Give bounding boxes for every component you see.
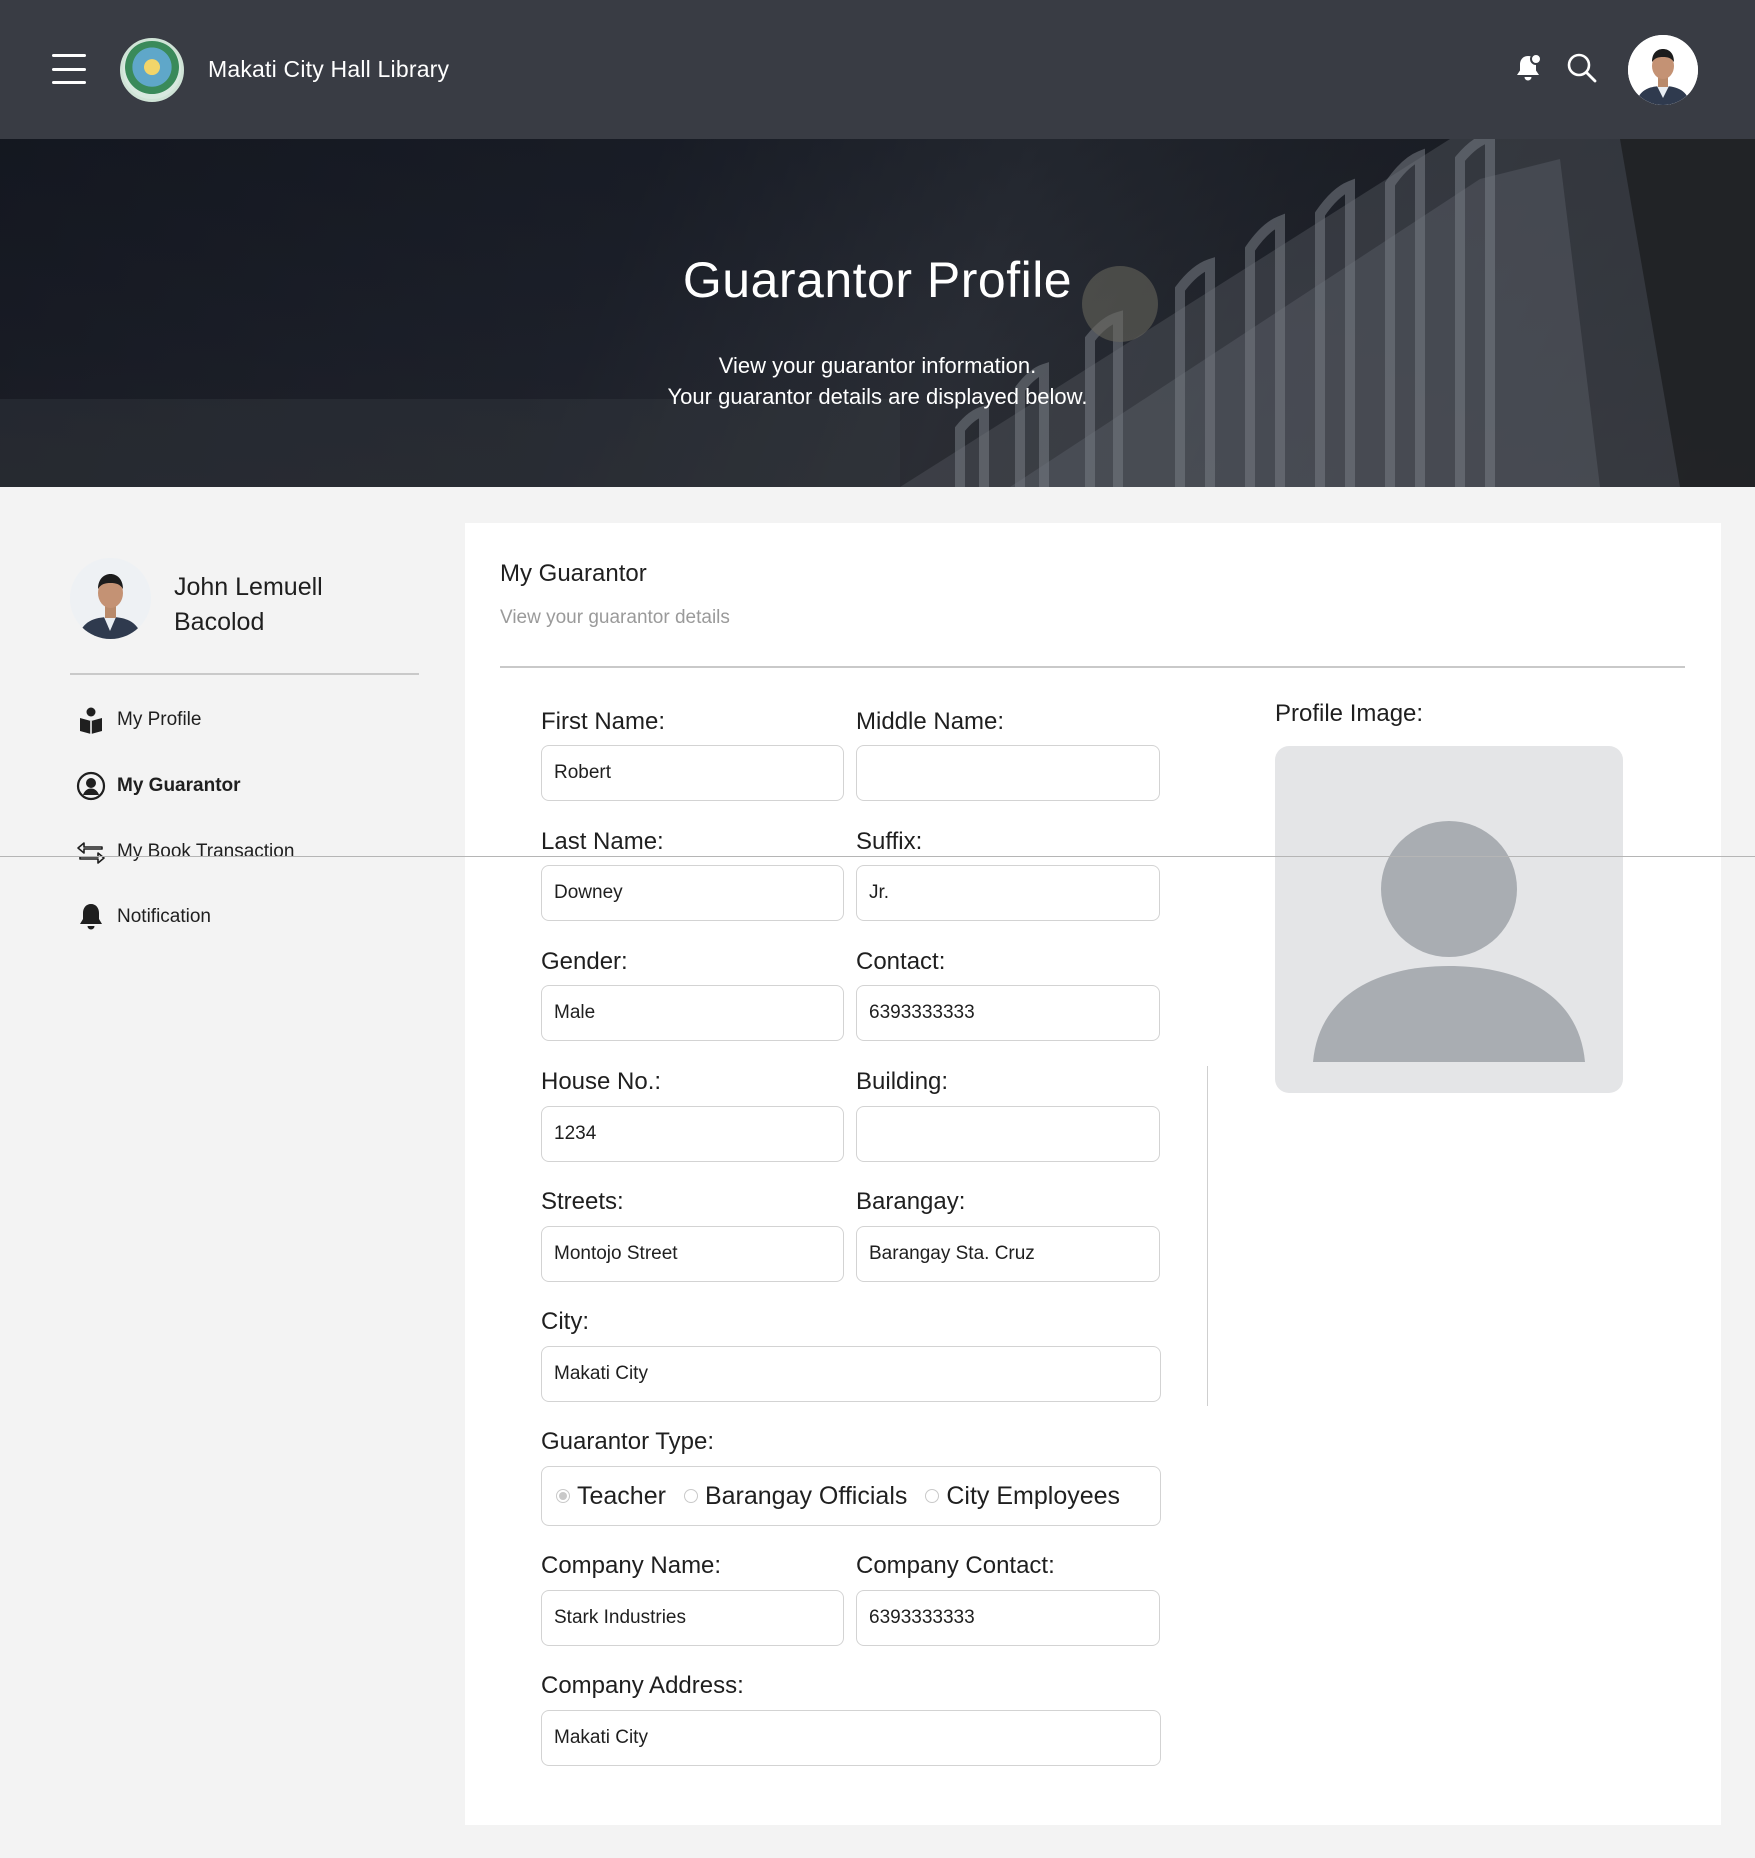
hero-banner: Guarantor Profile View your guarantor in… [0, 139, 1755, 487]
house-no-field[interactable] [541, 1106, 844, 1162]
card-title: My Guarantor [500, 560, 647, 587]
card-subtitle: View your guarantor details [500, 607, 730, 628]
suffix-label: Suffix: [856, 828, 923, 855]
sidebar-user-name: John Lemuell Bacolod [174, 573, 323, 636]
building-field[interactable] [856, 1106, 1160, 1162]
contact-field[interactable] [856, 985, 1160, 1041]
radio-teacher[interactable]: Teacher [556, 1482, 666, 1511]
barangay-label: Barangay: [856, 1188, 966, 1215]
menu-icon[interactable] [52, 54, 86, 84]
library-logo[interactable] [120, 38, 184, 102]
radio-city-employees[interactable]: City Employees [925, 1482, 1120, 1511]
city-label: City: [541, 1308, 589, 1335]
user-book-icon [74, 703, 108, 737]
overlay-line [0, 856, 1755, 857]
building-label: Building: [856, 1068, 949, 1095]
search-icon[interactable] [1562, 48, 1602, 88]
middle-name-label: Middle Name: [856, 708, 1005, 735]
sidebar-item-my-guarantor[interactable]: My Guarantor [74, 769, 374, 803]
sidebar-divider [70, 673, 419, 675]
sidebar-item-label: My Guarantor [117, 775, 241, 796]
contact-label: Contact: [856, 948, 946, 975]
radio-label: Barangay Officials [704, 1481, 908, 1510]
last-name-field[interactable] [541, 865, 844, 921]
company-contact-label: Company Contact: [856, 1552, 1055, 1579]
company-address-field[interactable] [541, 1710, 1161, 1766]
guarantor-type-radio-group: Teacher Barangay Officials City Employee… [541, 1466, 1161, 1526]
company-name-label: Company Name: [541, 1552, 722, 1579]
suffix-field[interactable] [856, 865, 1160, 921]
building-background-image [0, 139, 1755, 487]
radio-label: Teacher [577, 1481, 666, 1510]
user-silhouette-icon [1313, 821, 1585, 1062]
radio-label: City Employees [946, 1481, 1121, 1510]
sidebar-item-my-book-transaction[interactable]: My Book Transaction [74, 835, 374, 869]
radio-button-checked[interactable] [556, 1489, 570, 1503]
sidebar-item-label: My Profile [117, 709, 202, 730]
radio-barangay-officials[interactable]: Barangay Officials [683, 1481, 908, 1511]
middle-name-field[interactable] [856, 745, 1160, 801]
radio-button[interactable] [925, 1489, 940, 1503]
company-address-label: Company Address: [541, 1672, 744, 1699]
guarantor-type-label: Guarantor Type: [541, 1428, 714, 1455]
first-name-field[interactable] [541, 745, 844, 801]
sidebar-item-notification[interactable]: Notification [74, 900, 374, 934]
page-title: Guarantor Profile [682, 252, 1073, 308]
last-name-label: Last Name: [541, 828, 664, 855]
notification-bell-icon[interactable] [1508, 48, 1548, 88]
city-field[interactable] [541, 1346, 1161, 1402]
hero-subtitle-line1: View your guarantor information. [718, 353, 1037, 378]
profile-image-placeholder [1275, 746, 1623, 1093]
streets-label: Streets: [541, 1188, 624, 1215]
column-divider [1207, 1066, 1208, 1406]
top-navbar: Makati City Hall Library [0, 0, 1755, 139]
bell-icon [74, 900, 108, 934]
user-avatar[interactable] [1628, 35, 1698, 105]
user-circle-icon [74, 769, 108, 803]
brand-title[interactable]: Makati City Hall Library [208, 56, 449, 83]
hero-subtitle-line2: Your guarantor details are displayed bel… [667, 384, 1088, 409]
first-name-label: First Name: [541, 708, 666, 735]
profile-image-label: Profile Image: [1275, 700, 1424, 727]
card-divider [500, 666, 1685, 668]
barangay-field[interactable] [856, 1226, 1160, 1282]
gender-field[interactable] [541, 985, 844, 1041]
swap-arrows-icon [74, 835, 108, 869]
gender-label: Gender: [541, 948, 628, 975]
sidebar-avatar [70, 558, 151, 639]
sidebar-item-my-profile[interactable]: My Profile [74, 703, 374, 737]
house-no-label: House No.: [541, 1068, 662, 1095]
streets-field[interactable] [541, 1226, 844, 1282]
company-name-field[interactable] [541, 1590, 844, 1646]
sidebar-item-label: Notification [117, 906, 211, 927]
sidebar-item-label: My Book Transaction [117, 841, 295, 862]
radio-button[interactable] [683, 1489, 698, 1503]
company-contact-field[interactable] [856, 1590, 1160, 1646]
